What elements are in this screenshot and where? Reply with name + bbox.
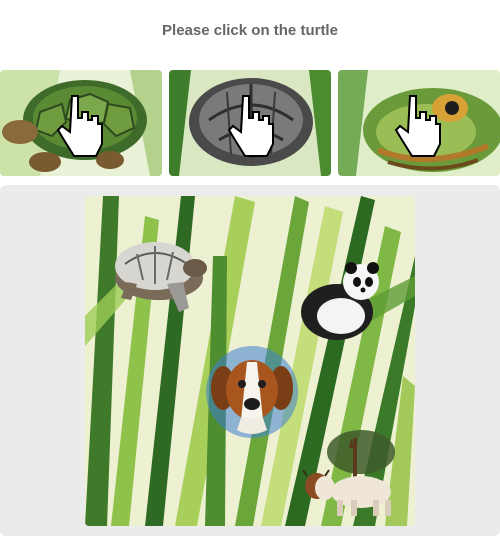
turtle-icon — [115, 242, 207, 312]
challenge-panel — [0, 185, 500, 536]
challenge-image — [85, 196, 415, 526]
example-image-2 — [169, 70, 331, 176]
turtle-head-icon — [338, 70, 500, 176]
dog-icon — [206, 346, 298, 438]
cow-icon — [302, 430, 395, 516]
panda-icon — [301, 262, 379, 340]
captcha-prompt: Please click on the turtle — [162, 22, 338, 39]
cow-object[interactable] — [295, 428, 403, 520]
turtle-shell-grey-icon — [169, 70, 331, 176]
example-image-1 — [0, 70, 162, 176]
example-image-3 — [338, 70, 500, 176]
example-images-row — [0, 70, 500, 176]
turtle-shell-green-icon — [0, 70, 162, 176]
turtle-object[interactable] — [107, 224, 207, 316]
dog-object[interactable] — [203, 342, 301, 440]
panda-object[interactable] — [295, 256, 385, 346]
